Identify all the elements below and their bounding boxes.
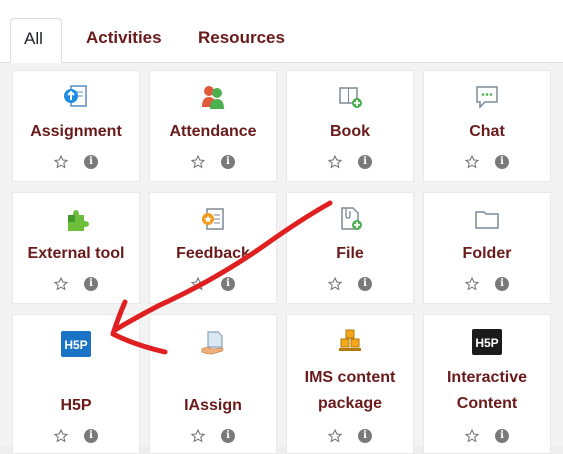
info-icon[interactable]: i bbox=[84, 276, 98, 291]
module-actions: i bbox=[424, 153, 550, 171]
folder-icon bbox=[475, 211, 499, 229]
info-icon[interactable]: i bbox=[84, 428, 98, 443]
info-icon[interactable]: i bbox=[84, 154, 98, 169]
module-name: Folder bbox=[462, 245, 512, 262]
activity-chooser-panel: All Activities Resources Assignment i At… bbox=[0, 0, 563, 454]
module-actions: i bbox=[13, 275, 139, 293]
info-icon[interactable]: i bbox=[221, 428, 235, 443]
module-actions: i bbox=[13, 427, 139, 445]
module-name-line-2: package bbox=[317, 395, 383, 412]
module-name-line-1: IMS content bbox=[304, 369, 396, 386]
assignment-icon bbox=[64, 85, 87, 107]
info-icon[interactable]: i bbox=[221, 154, 235, 169]
h5p-badge-text: H5P bbox=[475, 336, 498, 350]
feedback-icon bbox=[202, 208, 224, 230]
star-icon[interactable] bbox=[328, 428, 342, 443]
iassign-icon bbox=[201, 331, 224, 355]
module-name: Feedback bbox=[176, 245, 250, 262]
module-card-h5p[interactable]: H5P H5P i bbox=[12, 314, 140, 454]
ims-package-icon bbox=[339, 329, 361, 351]
module-card-ims-content-package[interactable]: IMS content package i bbox=[286, 314, 414, 454]
module-name: External tool bbox=[27, 245, 125, 262]
h5p-badge-text: H5P bbox=[64, 338, 87, 352]
info-icon[interactable]: i bbox=[495, 154, 509, 169]
module-card-assignment[interactable]: Assignment i bbox=[12, 70, 140, 182]
tab-all[interactable]: All bbox=[10, 18, 62, 63]
external-tool-icon bbox=[68, 210, 89, 231]
info-icon[interactable]: i bbox=[358, 276, 372, 291]
chooser-tabs: All Activities Resources bbox=[0, 0, 563, 63]
module-actions: i bbox=[287, 275, 413, 293]
info-icon[interactable]: i bbox=[358, 428, 372, 443]
module-actions: i bbox=[13, 153, 139, 171]
star-icon[interactable] bbox=[328, 154, 342, 169]
star-icon[interactable] bbox=[54, 154, 68, 169]
tab-resources[interactable]: Resources bbox=[198, 20, 285, 62]
file-icon bbox=[341, 207, 362, 230]
star-icon[interactable] bbox=[54, 428, 68, 443]
star-icon[interactable] bbox=[191, 154, 205, 169]
module-actions: i bbox=[150, 153, 276, 171]
chat-icon bbox=[476, 86, 498, 109]
star-icon[interactable] bbox=[465, 276, 479, 291]
interactive-content-icon: H5P bbox=[472, 329, 502, 355]
star-icon[interactable] bbox=[465, 154, 479, 169]
star-icon[interactable] bbox=[465, 428, 479, 443]
info-icon[interactable]: i bbox=[495, 276, 509, 291]
module-name-line-1: Interactive bbox=[446, 369, 528, 386]
module-name: Chat bbox=[469, 123, 505, 140]
module-card-iassign[interactable]: IAssign i bbox=[149, 314, 277, 454]
h5p-icon: H5P bbox=[61, 331, 91, 357]
star-icon[interactable] bbox=[191, 276, 205, 291]
info-icon[interactable]: i bbox=[358, 154, 372, 169]
module-card-attendance[interactable]: Attendance i bbox=[149, 70, 277, 182]
module-card-external-tool[interactable]: External tool i bbox=[12, 192, 140, 304]
module-name: Attendance bbox=[169, 123, 257, 140]
module-name-line-2: Content bbox=[456, 395, 518, 412]
info-icon[interactable]: i bbox=[221, 276, 235, 291]
module-name: H5P bbox=[60, 397, 92, 414]
module-card-chat[interactable]: Chat i bbox=[423, 70, 551, 182]
module-actions: i bbox=[150, 427, 276, 445]
module-actions: i bbox=[287, 153, 413, 171]
module-actions: i bbox=[287, 427, 413, 445]
module-actions: i bbox=[150, 275, 276, 293]
module-actions: i bbox=[424, 427, 550, 445]
star-icon[interactable] bbox=[328, 276, 342, 291]
info-icon[interactable]: i bbox=[495, 428, 509, 443]
module-card-folder[interactable]: Folder i bbox=[423, 192, 551, 304]
module-card-interactive-content[interactable]: H5P Interactive Content i bbox=[423, 314, 551, 454]
book-icon bbox=[339, 87, 362, 108]
module-name: Book bbox=[330, 123, 370, 140]
module-card-book[interactable]: Book i bbox=[286, 70, 414, 182]
module-card-feedback[interactable]: Feedback i bbox=[149, 192, 277, 304]
attendance-icon bbox=[202, 86, 224, 109]
module-card-file[interactable]: File i bbox=[286, 192, 414, 304]
star-icon[interactable] bbox=[54, 276, 68, 291]
module-name: File bbox=[336, 245, 364, 262]
module-name: Assignment bbox=[30, 123, 122, 140]
tab-activities[interactable]: Activities bbox=[86, 20, 162, 62]
module-name: IAssign bbox=[184, 397, 242, 414]
star-icon[interactable] bbox=[191, 428, 205, 443]
module-actions: i bbox=[424, 275, 550, 293]
